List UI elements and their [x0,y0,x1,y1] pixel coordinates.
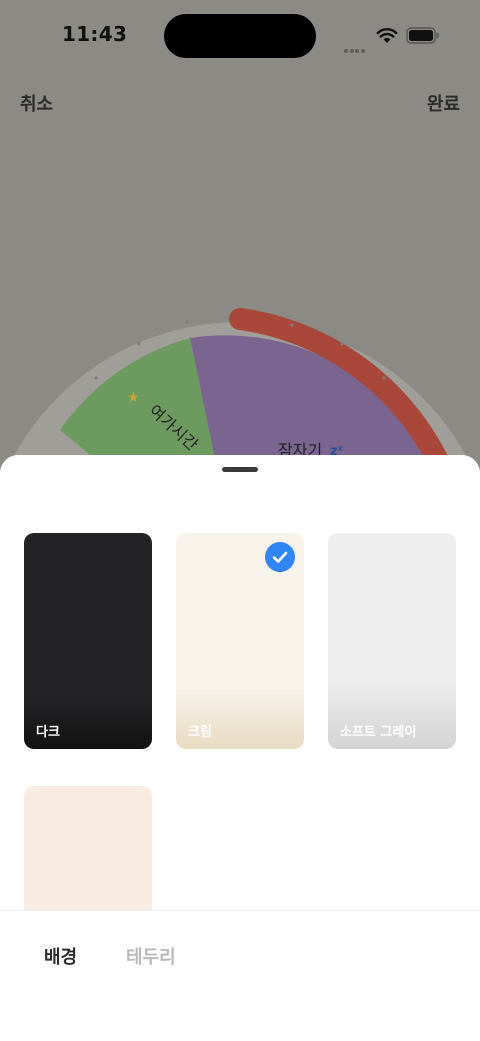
theme-label: 소프트 그레이 [340,725,417,740]
dynamic-island [164,14,316,58]
theme-swatch-peach[interactable] [24,786,152,910]
tab-border[interactable]: 테두리 [126,943,176,969]
wifi-icon [376,28,398,43]
battery-icon [406,27,439,44]
theme-bottom-sheet: 다크 크림 소프트 그레이 배경 테두리 [0,455,480,1041]
sheet-tab-bar: 배경 테두리 [0,910,480,1041]
theme-label: 다크 [36,725,60,740]
tab-background[interactable]: 배경 [44,943,77,969]
theme-swatch-soft-gray[interactable]: 소프트 그레이 [328,533,456,749]
sheet-grabber[interactable] [222,467,258,472]
checkmark-icon [265,542,295,572]
theme-swatch-cream[interactable]: 크림 [176,533,304,749]
theme-label: 크림 [188,725,212,740]
status-bar: 11:43 [0,0,480,72]
done-button[interactable]: 완료 [427,90,460,116]
status-time: 11:43 [62,22,128,46]
cellular-signal-icon [344,38,366,57]
cancel-button[interactable]: 취소 [20,90,53,116]
theme-swatch-dark[interactable]: 다크 [24,533,152,749]
star-icon: ★ [127,390,140,406]
